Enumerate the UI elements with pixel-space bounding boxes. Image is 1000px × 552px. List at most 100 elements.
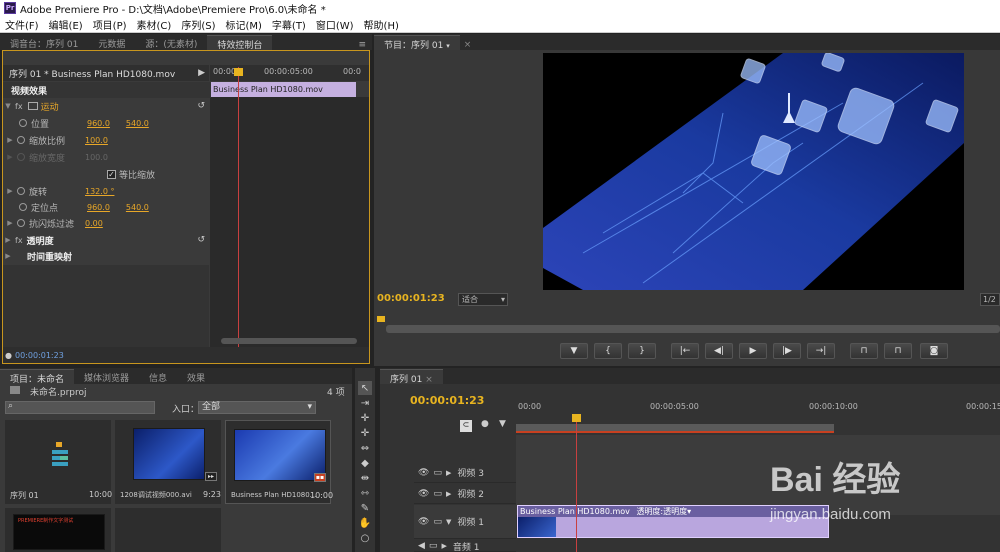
hand-tool-icon[interactable]: ✋ <box>358 516 372 530</box>
ripple-edit-tool-icon[interactable]: ✛ <box>358 411 372 425</box>
add-marker-button[interactable]: ▼ <box>560 343 588 359</box>
timeline-timecode[interactable]: 00:00:01:23 <box>410 394 484 407</box>
rolling-edit-tool-icon[interactable]: ✛ <box>358 426 372 440</box>
clip-thumbnail <box>518 517 556 537</box>
tab-source[interactable]: 源：(无素材) <box>135 35 207 50</box>
timeline-playhead-line[interactable] <box>576 414 577 552</box>
motion-icon[interactable] <box>27 102 38 110</box>
razor-tool-icon[interactable]: ◆ <box>358 456 372 470</box>
slide-tool-icon[interactable]: ⇿ <box>358 486 372 500</box>
tab-sequence[interactable]: 序列 01 × <box>380 369 443 385</box>
tab-program[interactable]: 节目：序列 01 ▾ <box>374 35 460 51</box>
work-area-bar[interactable] <box>516 424 834 433</box>
tab-info[interactable]: 信息 <box>139 369 177 384</box>
tab-effect-controls[interactable]: 特效控制台 <box>207 35 273 51</box>
close-icon[interactable]: × <box>460 40 476 50</box>
ec-clip-bar[interactable]: Business Plan HD1080.mov <box>210 82 356 97</box>
selection-tool-icon[interactable]: ↖ <box>358 381 372 395</box>
scale-row: ▶ 缩放比例 100.0 <box>7 135 108 147</box>
pen-tool-icon[interactable]: ✎ <box>358 501 372 515</box>
timeline-ruler[interactable]: 00:00 00:00:05:00 00:00:10:00 00:00:15 <box>516 400 1000 414</box>
panel-menu-icon[interactable]: ≡ <box>352 40 372 50</box>
play-button[interactable]: ▶ <box>739 343 767 359</box>
entry-dropdown[interactable]: 全部 ▾ <box>198 401 316 414</box>
track-audio-1[interactable]: ◀ ▭ ▶ 音频 1 <box>414 541 516 552</box>
mov-thumbnail <box>234 429 326 481</box>
motion-row[interactable]: ▼ fx 运动 ↺ <box>3 98 211 114</box>
program-monitor-panel: 00:00:01:23 适合 ▾ 1/2 ▼ { } |← ◀| ▶ |▶ →| … <box>374 50 1000 366</box>
resolution-dropdown[interactable]: 1/2 <box>980 293 1000 306</box>
tab-media-browser[interactable]: 媒体浏览器 <box>74 369 139 384</box>
mark-out-button[interactable]: } <box>628 343 656 359</box>
reset-icon[interactable]: ↺ <box>197 235 205 245</box>
zoom-tool-icon[interactable]: ○ <box>358 531 372 545</box>
reset-icon[interactable]: ↺ <box>197 101 205 111</box>
project-item-title[interactable]: PREMIERE制作文字测试 <box>5 508 111 552</box>
menu-title[interactable]: 字幕(T) <box>267 17 311 32</box>
menu-clip[interactable]: 素材(C) <box>132 17 177 32</box>
play-arrow-icon[interactable]: ▶ <box>198 68 209 78</box>
opacity-row[interactable]: ▶ fx 透明度 ↺ <box>3 232 211 248</box>
program-scrubber[interactable] <box>374 312 1000 322</box>
track-video-1[interactable]: 👁 ▭ ▼ 视频 1 <box>414 505 516 539</box>
track-video-2[interactable]: 👁 ▭ ▶ 视频 2 <box>414 484 516 504</box>
step-back-button[interactable]: ◀| <box>705 343 733 359</box>
set-marker-icon[interactable]: ● <box>481 419 489 429</box>
project-item-sequence[interactable]: 序列 01 10:00 <box>5 420 112 504</box>
ec-playhead-line[interactable] <box>238 67 239 347</box>
rate-stretch-tool-icon[interactable]: ⇔ <box>358 441 372 455</box>
tab-project[interactable]: 项目：未命名 <box>0 369 75 385</box>
search-input[interactable]: ⌕ <box>5 401 155 414</box>
lock-icon[interactable]: ▭ <box>429 541 438 551</box>
clip-fx-dropdown[interactable]: 透明度:透明度▾ <box>636 507 691 516</box>
menu-marker[interactable]: 标记(M) <box>220 17 266 32</box>
tab-effects[interactable]: 效果 <box>177 369 215 384</box>
entry-label: 入口： <box>172 405 200 415</box>
extract-button[interactable]: ⊓ <box>884 343 912 359</box>
mark-in-button[interactable]: { <box>594 343 622 359</box>
marker-icon[interactable]: ▼ <box>499 419 506 429</box>
fit-dropdown[interactable]: 适合 ▾ <box>458 293 508 306</box>
program-timecode[interactable]: 00:00:01:23 <box>377 293 445 304</box>
timeline-clip[interactable]: Business Plan HD1080.mov 透明度:透明度▾ <box>517 505 829 538</box>
uniform-scale-checkbox[interactable]: ✓ <box>107 169 116 179</box>
program-zoom-bar[interactable] <box>386 325 1000 333</box>
speaker-icon[interactable]: ◀ <box>418 541 425 551</box>
stopwatch-icon[interactable] <box>17 187 25 195</box>
lock-icon[interactable]: ▭ <box>433 468 442 478</box>
ec-playhead-marker[interactable] <box>234 68 243 76</box>
tab-audio-mixer[interactable]: 调音台：序列 01 <box>0 35 88 50</box>
menu-help[interactable]: 帮助(H) <box>359 17 404 32</box>
project-item-avi[interactable]: ▸▸ 1208调试视频000.avi 9:23 <box>115 420 221 504</box>
snap-icon[interactable]: ⊂ <box>460 420 472 432</box>
lift-button[interactable]: ⊓ <box>850 343 878 359</box>
stopwatch-icon[interactable] <box>17 219 25 227</box>
stopwatch-icon[interactable] <box>19 119 27 127</box>
menu-project[interactable]: 项目(P) <box>88 17 132 32</box>
slip-tool-icon[interactable]: ⇹ <box>358 471 372 485</box>
eye-icon[interactable]: 👁 <box>418 517 429 527</box>
timeline-playhead-marker[interactable] <box>572 414 581 422</box>
lock-icon[interactable]: ▭ <box>433 517 442 527</box>
export-frame-button[interactable]: ◙ <box>920 343 948 359</box>
menu-file[interactable]: 文件(F) <box>0 17 44 32</box>
ec-zoom-scroll[interactable] <box>221 338 357 344</box>
stopwatch-icon[interactable] <box>19 203 27 211</box>
eye-icon[interactable]: 👁 <box>418 468 429 478</box>
step-forward-button[interactable]: |▶ <box>773 343 801 359</box>
time-remap-row[interactable]: ▶ 时间重映射 <box>3 248 211 264</box>
tab-metadata[interactable]: 元数据 <box>88 35 135 50</box>
lock-icon[interactable]: ▭ <box>433 489 442 499</box>
eye-icon[interactable]: 👁 <box>418 489 429 499</box>
stopwatch-icon[interactable] <box>17 136 25 144</box>
menu-edit[interactable]: 编辑(E) <box>44 17 88 32</box>
track-select-tool-icon[interactable]: ⇥ <box>358 396 372 410</box>
go-to-in-button[interactable]: |← <box>671 343 699 359</box>
rotation-row: ▶ 旋转 132.0 ° <box>7 186 115 198</box>
window-title: Adobe Premiere Pro - D:\文档\Adobe\Premier… <box>20 4 326 16</box>
go-to-out-button[interactable]: →| <box>807 343 835 359</box>
menu-sequence[interactable]: 序列(S) <box>176 17 220 32</box>
project-item-mov[interactable]: ▪▪ Business Plan HD1080... 10:00 <box>225 420 333 504</box>
menu-window[interactable]: 窗口(W) <box>311 17 359 32</box>
track-video-3[interactable]: 👁 ▭ ▶ 视频 3 <box>414 463 516 483</box>
